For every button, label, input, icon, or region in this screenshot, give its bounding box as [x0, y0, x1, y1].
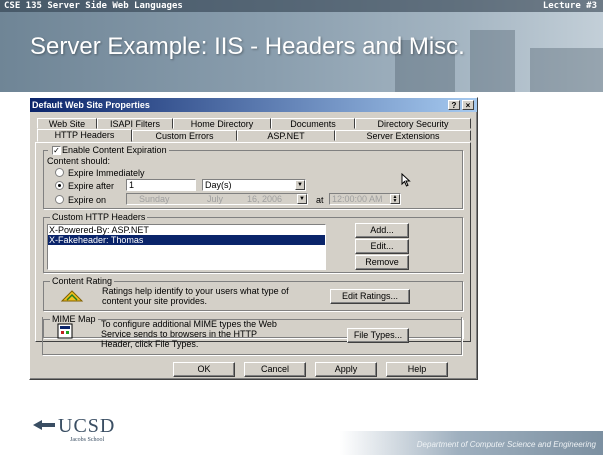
time-spinner-icon[interactable]: ▲ ▼	[390, 194, 400, 204]
ok-button[interactable]: OK	[173, 362, 235, 377]
at-label: at	[316, 195, 324, 205]
expire-immediately-label: Expire Immediately	[68, 168, 145, 178]
file-types-button[interactable]: File Types...	[347, 328, 409, 343]
dropdown-arrow-icon[interactable]: ▼	[295, 180, 305, 190]
tab-http-headers[interactable]: HTTP Headers	[37, 129, 132, 142]
content-rating-text-1: Ratings help identify to your users what…	[102, 286, 289, 296]
custom-headers-group: Custom HTTP Headers X-Powered-By: ASP.NE…	[43, 212, 463, 273]
department-footer: Department of Computer Science and Engin…	[416, 440, 596, 449]
mime-types-icon	[57, 323, 73, 339]
content-should-label: Content should:	[47, 156, 111, 166]
mime-map-text-2: Service sends to browsers in the HTTP	[101, 329, 258, 339]
mime-map-text-3: Header, click File Types.	[101, 339, 199, 349]
expire-after-value-input[interactable]: 1	[126, 179, 196, 191]
custom-headers-list[interactable]: X-Powered-By: ASP.NET X-Fakeheader: Thom…	[47, 224, 326, 270]
help-button[interactable]: Help	[386, 362, 448, 377]
expire-on-month: July	[207, 194, 224, 204]
mouse-pointer-icon	[401, 173, 411, 187]
list-item-selected[interactable]: X-Fakeheader: Thomas	[48, 235, 325, 245]
enable-expiration-checkbox[interactable]: ✓	[52, 146, 61, 155]
logo-text: UCSD	[58, 415, 116, 437]
expire-on-day: Sunday	[139, 194, 170, 204]
dropdown-arrow-icon[interactable]: ▼	[297, 194, 307, 204]
expire-on-label: Expire on	[68, 195, 107, 205]
edit-ratings-button[interactable]: Edit Ratings...	[330, 289, 410, 304]
expire-on-date-picker[interactable]: Sunday July 16, 2006 ▼	[126, 193, 308, 205]
expire-immediately-radio[interactable]	[55, 168, 64, 177]
slide-title: Server Example: IIS - Headers and Misc.	[30, 33, 465, 60]
content-rating-label: Content Rating	[50, 276, 115, 286]
course-label: CSE 135 Server Side Web Languages	[4, 1, 183, 11]
dialog-titlebar: Default Web Site Properties ? ×	[30, 98, 477, 112]
content-rating-group: Content Rating Ratings help identify to …	[43, 276, 463, 311]
tab-custom-errors[interactable]: Custom Errors	[132, 130, 237, 141]
expiration-group: Enable Content Expiration ✓ Content shou…	[43, 145, 463, 209]
dialog-title: Default Web Site Properties	[32, 100, 150, 110]
expire-on-date: 16, 2006	[247, 194, 283, 204]
tab-server-extensions[interactable]: Server Extensions	[335, 130, 471, 141]
cancel-button[interactable]: Cancel	[244, 362, 306, 377]
properties-dialog: Default Web Site Properties ? × Web Site…	[29, 97, 478, 380]
content-rating-text-2: content your site provides.	[102, 296, 208, 306]
custom-headers-label: Custom HTTP Headers	[50, 212, 148, 222]
list-item[interactable]: X-Powered-By: ASP.NET	[48, 225, 325, 235]
help-title-button[interactable]: ?	[448, 100, 460, 110]
tab-row-back: Web Site ISAPI Filters Home Directory Do…	[37, 118, 471, 129]
expire-on-time-input[interactable]: 12:00:00 AM ▲ ▼	[329, 193, 401, 205]
mime-map-body: To configure additional MIME types the W…	[42, 317, 462, 355]
ratings-icon	[60, 290, 84, 302]
tab-row-front: HTTP Headers Custom Errors ASP.NET Serve…	[37, 129, 471, 142]
tab-isapi-filters[interactable]: ISAPI Filters	[97, 118, 173, 129]
trident-logo-icon	[33, 420, 55, 430]
expire-after-unit-select[interactable]: Day(s) ▼	[202, 179, 306, 191]
close-title-button[interactable]: ×	[462, 100, 474, 110]
expire-after-label: Expire after	[68, 181, 115, 191]
tab-documents[interactable]: Documents	[271, 118, 355, 129]
slide-header-banner: CSE 135 Server Side Web Languages Lectur…	[0, 0, 603, 92]
apply-button[interactable]: Apply	[315, 362, 377, 377]
tab-web-site[interactable]: Web Site	[37, 118, 97, 129]
lecture-label: Lecture #3	[542, 1, 597, 11]
enable-expiration-label: Enable Content Expiration	[48, 145, 169, 155]
logo-subtext: Jacobs School	[70, 437, 105, 443]
remove-header-button[interactable]: Remove	[355, 255, 409, 270]
mime-map-text-1: To configure additional MIME types the W…	[101, 319, 277, 329]
tab-directory-security[interactable]: Directory Security	[355, 118, 471, 129]
http-headers-panel: Enable Content Expiration ✓ Content shou…	[35, 142, 471, 342]
expire-after-radio[interactable]	[55, 181, 64, 190]
banner-building-graphic	[470, 30, 515, 92]
add-header-button[interactable]: Add...	[355, 223, 409, 238]
tab-home-directory[interactable]: Home Directory	[173, 118, 271, 129]
banner-building-graphic	[530, 48, 603, 92]
tab-asp-net[interactable]: ASP.NET	[237, 130, 335, 141]
edit-header-button[interactable]: Edit...	[355, 239, 409, 254]
expire-on-radio[interactable]	[55, 195, 64, 204]
